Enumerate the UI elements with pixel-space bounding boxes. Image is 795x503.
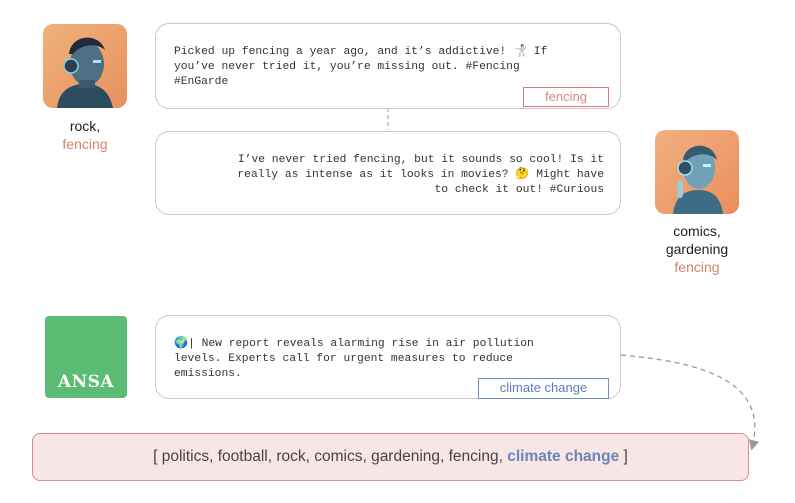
robot-woman-portrait-icon: [655, 130, 739, 214]
user1-post-line1: Picked up fencing a year ago, and it’s a…: [174, 46, 548, 58]
user2-post-line2: really as intense as it looks in movies?…: [237, 169, 604, 181]
user1-post-line2: you’ve never tried it, you’re missing ou…: [174, 61, 520, 73]
robot-man-portrait-icon: [43, 24, 127, 108]
user2-interests-line1: comics,: [673, 223, 721, 239]
ansa-logo: ANSA: [45, 316, 127, 398]
interest-list-items: politics, football, rock, comics, garden…: [161, 448, 508, 465]
user2-tag: fencing: [674, 259, 720, 275]
user1-avatar: [43, 24, 127, 108]
interest-list-close: ]: [619, 448, 628, 465]
user2-post-line3: to check it out! #Curious: [434, 184, 604, 196]
user1-caption: rock, fencing: [43, 117, 127, 153]
climate-change-topic-chip: climate change: [478, 378, 609, 399]
user2-post-line1: I’ve never tried fencing, but it sounds …: [237, 154, 604, 166]
interest-list-open: [: [153, 448, 162, 465]
user1-interests: rock,: [69, 118, 101, 134]
fencing-topic-chip: fencing: [523, 87, 609, 107]
interest-list-new-item: climate change: [507, 448, 620, 465]
ansa-logo-text: ANSA: [57, 372, 115, 392]
interest-list-box: [ politics, football, rock, comics, gard…: [32, 433, 749, 481]
user2-interests-line2: gardening: [665, 241, 729, 257]
user2-caption: comics, gardening fencing: [640, 222, 754, 276]
user2-post: I’ve never tried fencing, but it sounds …: [155, 131, 621, 215]
news-post-line1: 🌍| New report reveals alarming rise in a…: [174, 338, 534, 350]
news-post-line2: levels. Experts call for urgent measures…: [174, 353, 513, 365]
user1-tag: fencing: [62, 136, 108, 152]
user2-avatar: [655, 130, 739, 214]
